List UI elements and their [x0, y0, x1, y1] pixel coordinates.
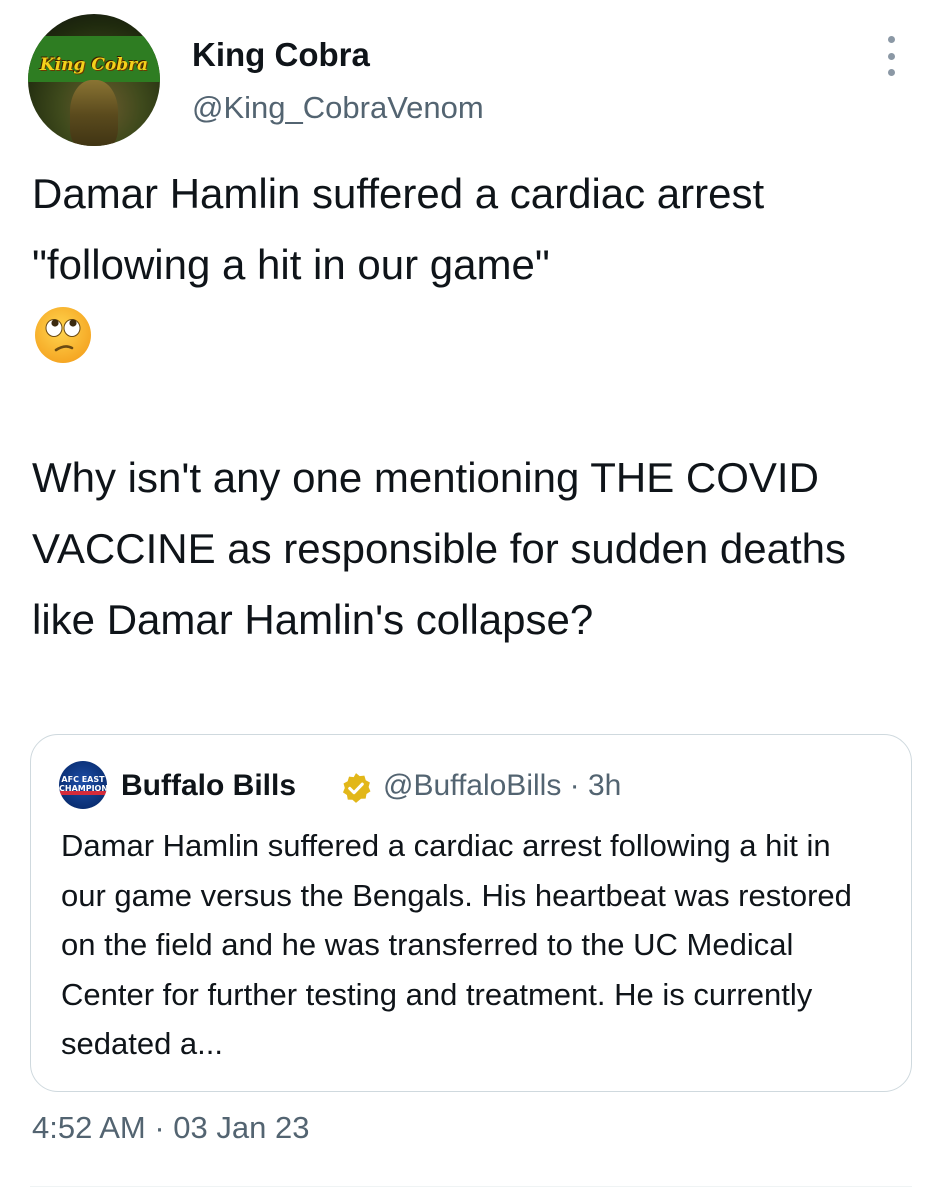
tweet-timestamp[interactable]: 4:52 AM · 03 Jan 23 — [32, 1110, 309, 1146]
face-with-rolling-eyes-icon — [35, 307, 91, 363]
avatar-logo-text: King Cobra — [39, 55, 149, 75]
more-dots-vertical-icon — [887, 36, 895, 43]
quoted-tweet-meta: @BuffaloBills · 3h — [383, 769, 622, 802]
quoted-tweet-card[interactable]: AFC EAST CHAMPIONS Buffalo Bills @Buffal… — [30, 734, 912, 1092]
avatar-banner: King Cobra — [28, 48, 160, 82]
divider — [30, 1186, 912, 1187]
verified-badge-gold-icon — [342, 773, 371, 803]
quoted-avatar-stripe — [59, 791, 107, 795]
tweet-text-part1: Damar Hamlin suffered a cardiac arrest "… — [32, 170, 776, 288]
quoted-author-name: Buffalo Bills — [121, 769, 297, 802]
avatar-tag-strip — [28, 36, 160, 48]
more-options-button[interactable] — [876, 36, 906, 76]
author-display-name[interactable]: King Cobra — [192, 36, 370, 74]
quoted-tweet-text: Damar Hamlin suffered a cardiac arrest f… — [61, 828, 852, 1061]
author-handle[interactable]: @King_CobraVenom — [192, 90, 484, 126]
tweet-card: King Cobra King Cobra @King_CobraVenom D… — [0, 0, 942, 1200]
tweet-text-part2: Why isn't any one mentioning THE COVID V… — [32, 454, 846, 643]
more-dots-vertical-icon — [887, 52, 895, 60]
author-avatar[interactable]: King Cobra — [28, 14, 160, 146]
snake-image — [70, 80, 118, 146]
more-dots-vertical-icon — [887, 69, 895, 76]
quoted-author-avatar: AFC EAST CHAMPIONS — [59, 761, 107, 809]
